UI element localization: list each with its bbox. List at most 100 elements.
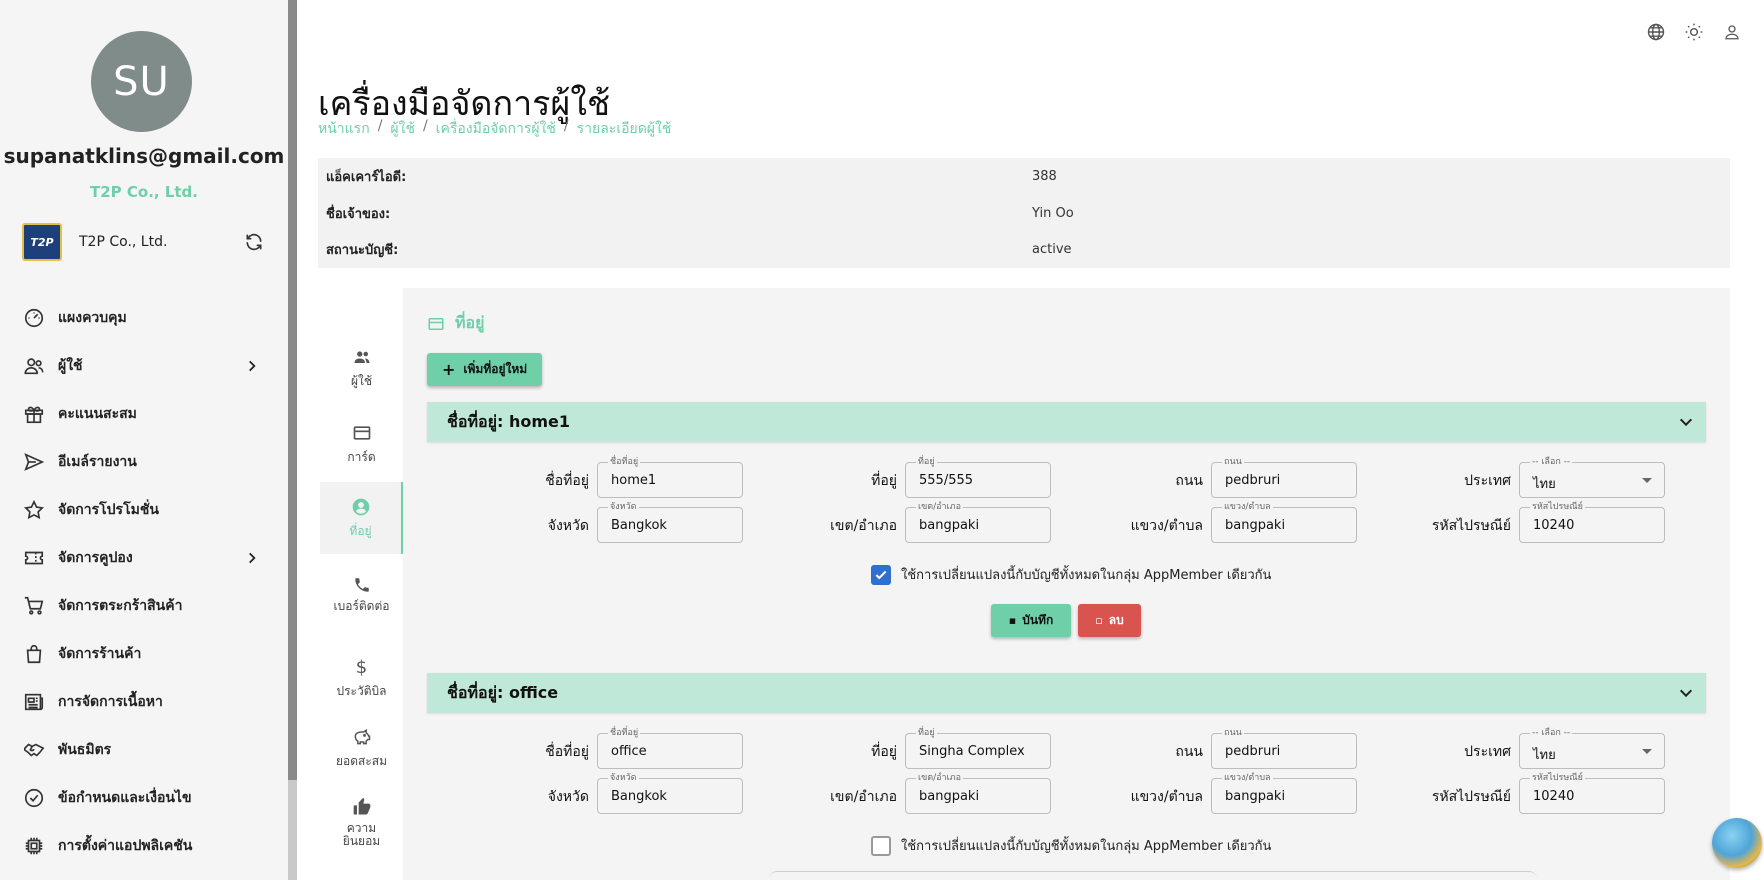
chevron-down-icon[interactable]	[1678, 685, 1694, 701]
tab-accumulated[interactable]: ยอดสะสม	[320, 726, 403, 786]
assistant-avatar[interactable]	[1712, 818, 1762, 868]
add-address-button[interactable]: + เพิ่มที่อยู่ใหม่	[427, 353, 543, 386]
tab-label: ความยินยอม	[342, 821, 381, 848]
breadcrumb-users[interactable]: ผู้ใช้	[390, 118, 415, 140]
apply-all-checkbox[interactable]	[871, 835, 891, 856]
org-name: T2P Co., Ltd.	[79, 234, 168, 250]
sidebar-item-coupons[interactable]: จัดการคูปอง	[0, 534, 288, 582]
district-field[interactable]: เขต/อำเภอ bangpaki	[905, 501, 1051, 543]
field-value: bangpaki	[919, 789, 980, 804]
check-circle-icon	[22, 786, 46, 810]
tab-user[interactable]: ผู้ใช้	[320, 346, 403, 406]
field-value: ไทย	[1533, 477, 1556, 492]
save-button[interactable]: ▪ บันทึก	[991, 604, 1071, 637]
sidebar-item-users[interactable]: ผู้ใช้	[0, 342, 288, 390]
sidebar-item-partners[interactable]: พันธมิตร	[0, 726, 288, 774]
sidebar-item-dashboard[interactable]: แผงควบคุม	[0, 294, 288, 342]
field-label-province: จังหวัด	[547, 789, 589, 805]
breadcrumb-separator: /	[563, 118, 569, 134]
tab-label: ยอดสะสม	[335, 754, 388, 768]
info-value: Yin Oo	[1032, 205, 1074, 221]
sidebar-item-app-settings[interactable]: การตั้งค่าแอปพลิเคชัน	[0, 822, 288, 870]
avatar[interactable]: SU	[91, 31, 192, 132]
delete-button[interactable]: ▫ ลบ	[1078, 604, 1141, 637]
detail-tabs: ผู้ใช้ การ์ด ที่อยู่ เบอร์ติดต่อ $ ประวั…	[320, 288, 403, 880]
user-company: T2P Co., Ltd.	[90, 183, 198, 201]
field-legend: เขต/อำเภอ	[916, 772, 963, 784]
field-legend: เขต/อำเภอ	[916, 501, 963, 513]
add-address-label: เพิ่มที่อยู่ใหม่	[463, 362, 528, 376]
field-legend: ถนน	[1222, 456, 1244, 468]
org-logo: T2P	[22, 223, 62, 261]
chevron-down-icon[interactable]	[1678, 414, 1694, 430]
address-header-label: ชื่อที่อยู่: home1	[447, 411, 571, 431]
country-select[interactable]: -- เลือก -- ไทย	[1519, 456, 1665, 498]
field-legend: ชื่อที่อยู่	[608, 456, 641, 468]
sidebar-scrollbar-track[interactable]	[288, 780, 297, 880]
sidebar-item-email-report[interactable]: อีเมล์รายงาน	[0, 438, 288, 486]
breadcrumb-user-tools[interactable]: เครื่องมือจัดการผู้ใช้	[436, 118, 556, 140]
postcode-field[interactable]: รหัสไปรษณีย์ 10240	[1519, 501, 1665, 543]
sidebar-item-label: แผงควบคุม	[58, 310, 127, 326]
sun-icon[interactable]	[1682, 20, 1706, 44]
sidebar-item-terms[interactable]: ข้อกำหนดและเงื่อนไข	[0, 774, 288, 822]
ticket-icon	[22, 546, 46, 570]
organization-switcher[interactable]: T2P T2P Co., Ltd.	[22, 222, 266, 262]
globe-icon[interactable]	[1644, 20, 1668, 44]
account-circle-icon	[350, 496, 372, 518]
field-label-address: ที่อยู่	[871, 744, 897, 760]
info-label: สถานะบัญชี:	[326, 242, 399, 258]
tab-label: ประวัติบิล	[336, 684, 387, 698]
gift-icon	[22, 402, 46, 426]
address-accordion-header[interactable]: ชื่อที่อยู่: office	[427, 673, 1706, 713]
field-label-country: ประเทศ	[1464, 473, 1511, 489]
apply-all-label: ใช้การเปลี่ยนแปลงนี้กับบัญชีทั้งหมดในกลุ…	[901, 839, 1272, 854]
sidebar-item-points[interactable]: คะแนนสะสม	[0, 390, 288, 438]
tab-card[interactable]: การ์ด	[320, 422, 403, 482]
tab-address[interactable]: ที่อยู่	[320, 482, 403, 554]
province-field[interactable]: จังหวัด Bangkok	[597, 501, 743, 543]
road-field[interactable]: ถนน pedbruri	[1211, 456, 1357, 498]
province-field[interactable]: จังหวัด Bangkok	[597, 772, 743, 814]
info-row-account-status: สถานะบัญชี: active	[318, 231, 1730, 267]
info-label: ชื่อเจ้าของ:	[326, 206, 391, 222]
chevron-right-icon	[244, 358, 260, 374]
field-legend: ที่อยู่	[916, 727, 937, 739]
address-line-field[interactable]: ที่อยู่ 555/555	[905, 456, 1051, 498]
postcode-field[interactable]: รหัสไปรษณีย์ 10240	[1519, 772, 1665, 814]
info-label: แอ็คเคาร์ไอดี:	[326, 169, 407, 185]
address-accordion-header[interactable]: ชื่อที่อยู่: home1	[427, 402, 1706, 442]
refresh-icon[interactable]	[242, 230, 266, 254]
apply-all-checkbox[interactable]	[871, 564, 891, 585]
tab-consent[interactable]: ความยินยอม	[320, 796, 403, 872]
subdistrict-field[interactable]: แขวง/ตำบล bangpaki	[1211, 501, 1357, 543]
sidebar-item-shops[interactable]: จัดการร้านค้า	[0, 630, 288, 678]
road-field[interactable]: ถนน pedbruri	[1211, 727, 1357, 769]
sidebar-item-label: ผู้ใช้	[58, 358, 83, 374]
sidebar-item-label: จัดการคูปอง	[58, 550, 133, 566]
sidebar-item-promotions[interactable]: จัดการโปรโมชั่น	[0, 486, 288, 534]
district-field[interactable]: เขต/อำเภอ bangpaki	[905, 772, 1051, 814]
subdistrict-field[interactable]: แขวง/ตำบล bangpaki	[1211, 772, 1357, 814]
tab-phone[interactable]: เบอร์ติดต่อ	[320, 566, 403, 642]
address-name-field[interactable]: ชื่อที่อยู่ home1	[597, 456, 743, 498]
field-value: 555/555	[919, 473, 974, 488]
country-select[interactable]: -- เลือก -- ไทย	[1519, 727, 1665, 769]
sidebar-scrollbar[interactable]	[288, 0, 297, 780]
breadcrumb-separator: /	[422, 118, 428, 134]
bag-icon	[22, 642, 46, 666]
user-icon[interactable]	[1720, 20, 1744, 44]
field-legend: แขวง/ตำบล	[1222, 772, 1273, 784]
sidebar-item-content[interactable]: การจัดการเนื้อหา	[0, 678, 288, 726]
sidebar-item-cart[interactable]: จัดการตระกร้าสินค้า	[0, 582, 288, 630]
field-label-subdistrict: แขวง/ตำบล	[1130, 789, 1203, 805]
address-line-field[interactable]: ที่อยู่ Singha Complex	[905, 727, 1051, 769]
field-label-country: ประเทศ	[1464, 744, 1511, 760]
field-legend: จังหวัด	[608, 501, 639, 513]
button-row-edge	[769, 871, 1537, 880]
dollar-icon: $	[355, 656, 368, 678]
tab-billing[interactable]: $ ประวัติบิล	[320, 652, 403, 712]
address-name-field[interactable]: ชื่อที่อยู่ office	[597, 727, 743, 769]
sidebar-item-label: คะแนนสะสม	[58, 406, 137, 422]
breadcrumb-home[interactable]: หน้าแรก	[318, 118, 370, 140]
